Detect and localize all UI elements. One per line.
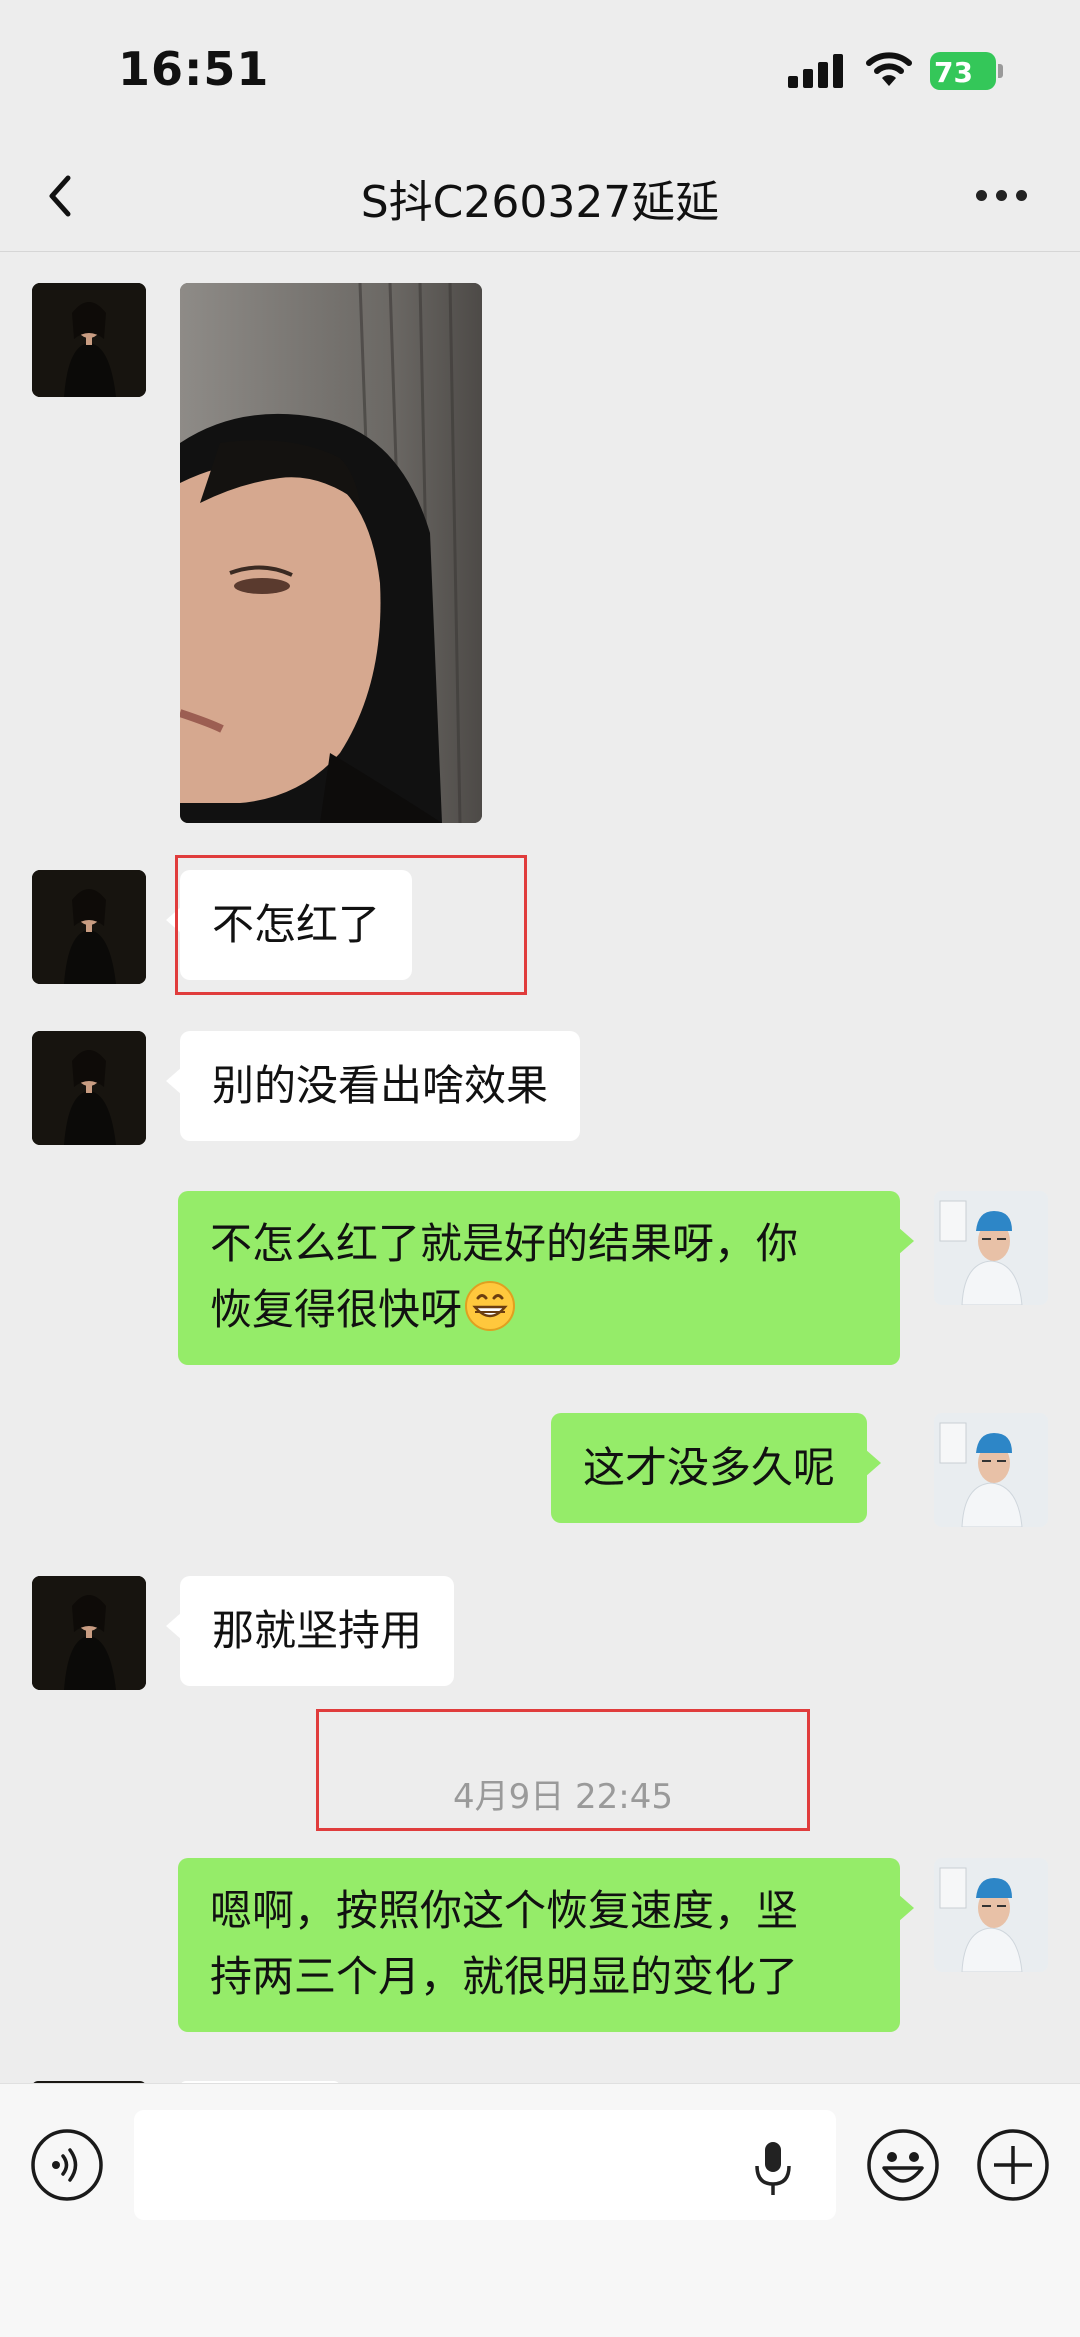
voice-icon[interactable]: [30, 2128, 104, 2202]
add-icon[interactable]: [976, 2128, 1050, 2202]
message-text-line: 不怎么红了就是好的结果呀，你: [210, 1219, 799, 1268]
highlight-box: [316, 1709, 810, 1831]
battery-level: 73: [934, 56, 973, 89]
message-text-line: 持两三个月，就很明显的变化了: [210, 1952, 799, 2001]
message-bubble[interactable]: 别的没看出啥效果: [165, 1031, 581, 1141]
user-avatar[interactable]: [934, 1413, 1048, 1527]
shared-photo[interactable]: [180, 283, 482, 823]
input-bar: [0, 2083, 1080, 2337]
message-bubble[interactable]: 不怎么红了就是好的结果呀，你 恢复得很快呀: [178, 1191, 914, 1365]
message-bubble[interactable]: 这才没多久呢: [551, 1413, 882, 1523]
back-icon[interactable]: [40, 164, 80, 228]
emoji-icon[interactable]: [866, 2128, 940, 2202]
status-time: 16:51: [118, 42, 270, 96]
highlight-box: [175, 855, 527, 995]
battery-indicator: 73: [930, 52, 1004, 90]
wifi-icon: [866, 52, 912, 86]
more-icon[interactable]: [972, 180, 1032, 210]
user-avatar[interactable]: [934, 1191, 1048, 1305]
contact-avatar[interactable]: [32, 1031, 146, 1145]
contact-avatar[interactable]: [32, 1576, 146, 1690]
chat-area[interactable]: 不怎红了 别的没看出啥效果 不怎么红了就是好的结果呀，你 恢复得很快呀 这才没多…: [0, 253, 1080, 2083]
message-input[interactable]: [134, 2110, 836, 2220]
status-bar: 16:51 73: [0, 0, 1080, 140]
signal-icon: [788, 54, 844, 88]
message-text: 这才没多久呢: [583, 1443, 836, 1492]
message-text-line: 嗯啊，按照你这个恢复速度，坚: [210, 1886, 799, 1935]
message-text: 那就坚持用: [212, 1606, 423, 1655]
message-text: 别的没看出啥效果: [212, 1061, 549, 1110]
contact-avatar[interactable]: [32, 283, 146, 397]
message-text-line: 恢复得很快呀: [210, 1285, 463, 1334]
chat-title: S抖C260327延延: [360, 177, 720, 228]
message-bubble[interactable]: 那就坚持用: [165, 1576, 455, 1686]
nav-bar: S抖C260327延延: [0, 140, 1080, 252]
microphone-icon[interactable]: [752, 2140, 794, 2198]
contact-avatar[interactable]: [32, 870, 146, 984]
grinning-face-emoji: [465, 1281, 516, 1331]
user-avatar[interactable]: [934, 1858, 1048, 1972]
message-bubble[interactable]: 嗯啊，按照你这个恢复速度，坚 持两三个月，就很明显的变化了: [178, 1858, 914, 2032]
